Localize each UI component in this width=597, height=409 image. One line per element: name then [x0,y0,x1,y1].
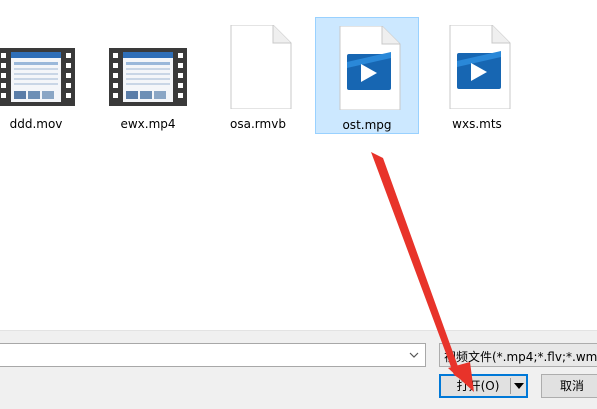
file-name: ewx.mp4 [120,117,176,131]
open-button-label: 打开(O) [456,379,500,393]
file-item-ewx-mp4[interactable]: ewx.mp4 [96,17,200,134]
split-divider [510,378,511,394]
blank-file-icon [230,25,292,109]
chevron-down-icon[interactable] [405,344,423,366]
file-item-wxs-mts[interactable]: wxs.mts [425,17,529,134]
open-button[interactable]: 打开(O) [439,374,528,398]
film-strip-icon [0,48,75,106]
file-name: osa.rmvb [230,117,286,131]
media-play-file-icon [449,25,511,109]
file-name: ddd.mov [9,117,63,131]
cancel-button-label: 取消 [559,379,584,393]
file-name: wxs.mts [452,117,502,131]
file-type-select[interactable]: 视频文件(*.mp4;*.flv;*.wmv;* [439,343,597,367]
dropdown-arrow-icon[interactable] [512,375,526,397]
filename-combo[interactable] [0,343,426,367]
cancel-button[interactable]: 取消 [541,374,597,398]
file-item-ost-mpg[interactable]: ost.mpg [315,17,419,134]
file-list-area: ddd.mov ewx.mp4 osa.rmvb ost.mpg wxs.mts [0,0,597,330]
media-play-file-icon [339,26,401,110]
file-type-label: 视频文件(*.mp4;*.flv;*.wmv;* [444,350,597,364]
film-strip-icon [109,48,187,106]
file-item-ddd-mov[interactable]: ddd.mov [0,17,88,134]
file-item-osa-rmvb[interactable]: osa.rmvb [206,17,310,134]
file-name: ost.mpg [342,118,392,132]
